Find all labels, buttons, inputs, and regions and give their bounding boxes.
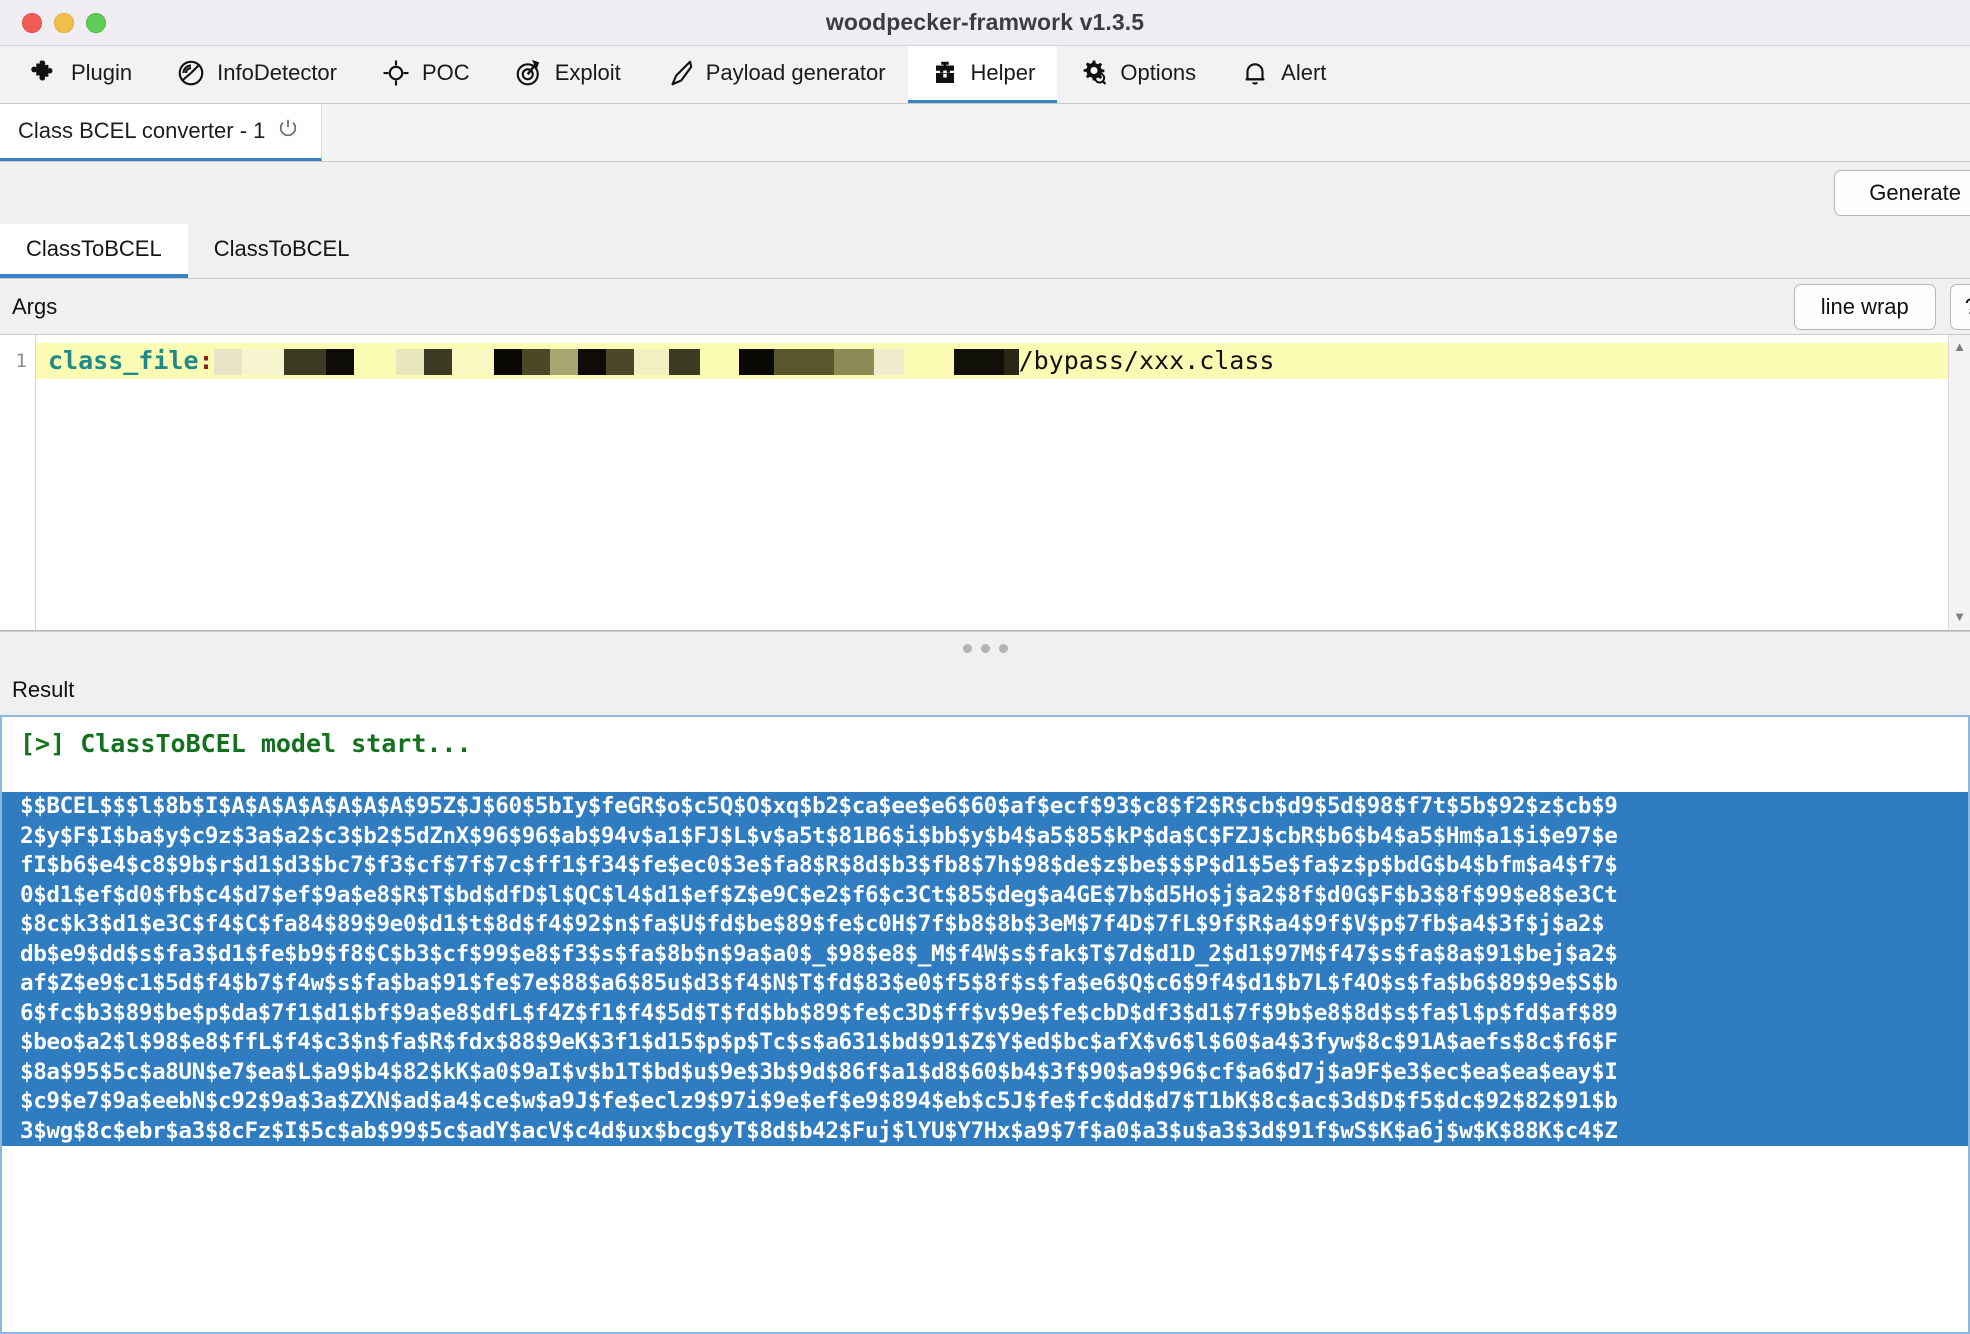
tab-label: ClassToBCEL (26, 236, 162, 261)
code-area[interactable]: class_file: /bypass/xxx.class (36, 335, 1970, 630)
power-icon[interactable] (277, 117, 299, 145)
result-header-line: [>] ClassToBCEL model start... (20, 729, 472, 758)
editor-vertical-scrollbar[interactable]: ▲ ▼ (1948, 335, 1970, 630)
session-tab-class-bcel-converter[interactable]: Class BCEL converter - 1 (0, 104, 323, 161)
toolbar-item-infodetector[interactable]: InfoDetector (154, 46, 359, 103)
result-output-selected[interactable]: $$BCEL$$$l$8b$I$A$A$A$A$A$A$A$95Z$J$60$5… (2, 792, 1968, 1146)
toolbar-item-exploit[interactable]: Exploit (492, 46, 643, 103)
session-tab-label: Class BCEL converter - 1 (18, 118, 266, 143)
toolbar-item-label: POC (422, 60, 470, 85)
toolbar-item-label: Options (1120, 60, 1197, 85)
crosshair-icon (381, 58, 411, 88)
args-actions: line wrap ? (1793, 283, 1970, 330)
splitter-dot (962, 644, 972, 653)
toolbar-item-payload-generator[interactable]: Payload generator (643, 46, 908, 103)
window-titlebar: woodpecker-framwork v1.3.5 (0, 0, 1970, 46)
tab-classtobcel-1[interactable]: ClassToBCEL (0, 224, 188, 278)
toolbar-item-label: Payload generator (705, 60, 886, 85)
result-section-label: Result (12, 677, 75, 702)
toolbar-item-label: Plugin (71, 60, 133, 85)
tab-classtobcel-2[interactable]: ClassToBCEL (188, 224, 376, 278)
knife-icon (665, 58, 695, 88)
args-section-label: Args (12, 293, 58, 319)
result-spacer (2, 758, 1968, 792)
toolbar-item-label: Exploit (554, 60, 621, 85)
bell-icon (1240, 58, 1270, 88)
arg-value-tail: /bypass/xxx.class (1018, 346, 1275, 375)
toolbar-item-alert[interactable]: Alert (1218, 46, 1348, 103)
puzzle-icon (30, 58, 60, 88)
session-tabbar: Class BCEL converter - 1 (0, 104, 1970, 162)
toolbar-item-plugin[interactable]: Plugin (8, 46, 154, 103)
generate-bar: Generate (0, 162, 1970, 224)
scroll-up-icon[interactable]: ▲ (1949, 339, 1970, 354)
toolbar-item-label: Alert (1281, 60, 1327, 85)
line-number-gutter: 1 (0, 335, 36, 630)
splitter-dot (980, 644, 990, 653)
line-wrap-button[interactable]: line wrap (1793, 283, 1936, 330)
window-title: woodpecker-framwork v1.3.5 (825, 9, 1145, 35)
arg-separator: : (198, 346, 214, 375)
sub-tabbar: ClassToBCEL ClassToBCEL (0, 224, 1970, 279)
scroll-down-icon[interactable]: ▼ (1949, 609, 1970, 624)
target-icon (514, 58, 544, 88)
toolbar-item-label: Helper (970, 60, 1036, 85)
code-line-1[interactable]: class_file: /bypass/xxx.class (36, 343, 1970, 379)
redacted-path (213, 343, 1019, 379)
args-editor[interactable]: 1 class_file: /bypass/xxx.class ▲ ▼ (0, 335, 1970, 631)
result-bar: Result (0, 665, 1970, 715)
result-pane[interactable]: [>] ClassToBCEL model start... $$BCEL$$$… (0, 715, 1970, 1334)
toolbar-item-label: InfoDetector (217, 60, 337, 85)
line-number: 1 (15, 350, 27, 372)
args-bar: Args line wrap ? (0, 279, 1970, 335)
pane-splitter[interactable] (0, 631, 1970, 665)
main-toolbar: Plugin InfoDetector POC Exploit Payload … (0, 46, 1970, 104)
arg-key: class_file (48, 346, 199, 375)
toolbar-item-poc[interactable]: POC (359, 46, 492, 103)
tab-label: ClassToBCEL (213, 236, 350, 261)
help-button[interactable]: ? (1949, 283, 1970, 330)
generate-button[interactable]: Generate (1834, 170, 1970, 216)
radar-icon (176, 58, 206, 88)
toolbar-item-options[interactable]: Options (1057, 46, 1218, 103)
gear-icon (1079, 58, 1109, 88)
splitter-dot (998, 644, 1008, 653)
toolbar-item-helper[interactable]: Helper (907, 46, 1058, 103)
toolbox-icon (930, 58, 960, 88)
